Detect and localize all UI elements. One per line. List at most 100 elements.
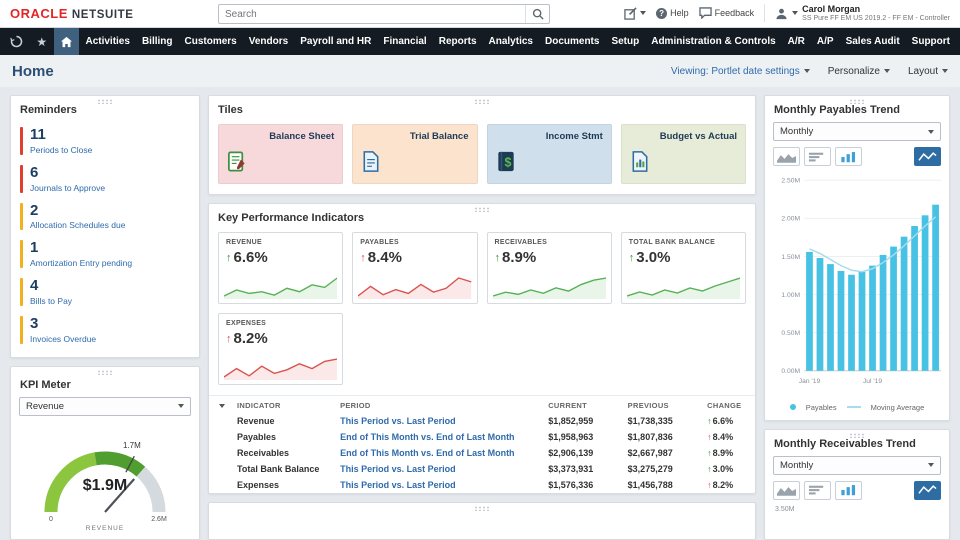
reminder-item[interactable]: 3 Invoices Overdue [11, 311, 199, 349]
nav-item-activities[interactable]: Activities [79, 28, 135, 55]
row-period-link[interactable]: End of This Month vs. End of Last Month [334, 445, 542, 461]
nav-item-customers[interactable]: Customers [179, 28, 243, 55]
kpi-change: ↑ 8.4% [360, 249, 469, 266]
kpi-meter-portlet: KPI Meter Revenue 1.7M $1.9M 0 2.6M REVE… [10, 365, 200, 540]
nav-item-a-p[interactable]: A/P [811, 28, 840, 55]
row-change: ↑6.6% [701, 413, 755, 429]
kpi-meter-metric-select[interactable]: Revenue [19, 396, 191, 416]
user-menu[interactable]: Carol Morgan SS Pure FF EM US 2019.2 - F… [775, 4, 950, 22]
kpi-card-title: PAYABLES [360, 239, 399, 246]
netsuite-logo[interactable]: ORACLE NETSUITE [10, 6, 134, 21]
kpi-card-title: REVENUE [226, 239, 262, 246]
nav-item-payroll-and-hr[interactable]: Payroll and HR [294, 28, 377, 55]
search-input[interactable] [219, 8, 525, 20]
nav-item-support[interactable]: Support [906, 28, 956, 55]
tile-balance-sheet[interactable]: Balance Sheet [218, 124, 344, 184]
line-chart-button-receivables[interactable] [914, 480, 941, 500]
home-button[interactable] [54, 28, 80, 55]
chevron-down-icon [792, 11, 799, 16]
portlet-drag-handle[interactable] [849, 432, 865, 438]
reminder-link[interactable]: Journals to Approve [30, 183, 105, 193]
main-nav: ★ Activities Billing Customers Vendors Payro… [0, 28, 960, 55]
tile-income-stmt[interactable]: $ Income Stmt [486, 124, 612, 184]
tile-trial-balance[interactable]: Trial Balance [352, 124, 478, 184]
row-current: $2,906,139 [548, 448, 594, 458]
kpi-table: INDICATOR PERIOD CURRENT PREVIOUS CHANGE… [209, 395, 755, 493]
row-indicator: Total Bank Balance [237, 464, 320, 474]
layout-menu[interactable]: Layout [908, 66, 948, 77]
receivables-chart-type-row [765, 480, 949, 502]
kpi-card-revenue[interactable]: REVENUE ↑ 6.6% [218, 232, 344, 304]
shortcuts-button[interactable]: ★ [29, 28, 54, 55]
kpi-card-receivables[interactable]: RECEIVABLES ↑ 8.9% [486, 232, 612, 304]
nav-item-vendors[interactable]: Vendors [243, 28, 294, 55]
row-period-link[interactable]: This Period vs. Last Period [334, 461, 542, 477]
svg-text:1.50M: 1.50M [781, 254, 800, 261]
row-period-link[interactable]: End of This Month vs. End of Last Month [334, 429, 542, 445]
area-chart-button-payables[interactable] [773, 147, 800, 166]
topbar: ORACLE NETSUITE ? Help Feedback Carol Mo… [0, 0, 960, 28]
reminder-link[interactable]: Invoices Overdue [30, 334, 96, 344]
reminder-item[interactable]: 2 Allocation Schedules due [11, 198, 199, 236]
column-chart-button-receivables[interactable] [835, 480, 862, 500]
portlet-drag-handle[interactable] [474, 207, 490, 212]
portlet-drag-handle[interactable] [97, 99, 113, 104]
personalize-menu[interactable]: Personalize [828, 66, 890, 77]
kpi-card-expenses[interactable]: EXPENSES ↑ 8.2% [218, 313, 344, 385]
reminder-link[interactable]: Amortization Entry pending [30, 258, 132, 268]
recent-records-button[interactable] [4, 28, 29, 55]
portlet-drag-handle[interactable] [474, 506, 490, 511]
viewing-portlet-date-settings-menu[interactable]: Viewing: Portlet date settings [671, 66, 810, 77]
nav-item-reports[interactable]: Reports [433, 28, 483, 55]
reminder-link[interactable]: Periods to Close [30, 145, 92, 155]
trend-up-arrow-icon: ↑ [360, 251, 366, 264]
row-indicator: Receivables [237, 448, 290, 458]
kpi-table-row: Receivables End of This Month vs. End of … [209, 445, 755, 461]
tile-label: Balance Sheet [269, 131, 335, 142]
tile-budget-vs-actual[interactable]: Budget vs Actual [620, 124, 746, 184]
kpi-card-payables[interactable]: PAYABLES ↑ 8.4% [352, 232, 478, 304]
receivables-period-select[interactable]: Monthly [773, 455, 941, 475]
reminder-item[interactable]: 6 Journals to Approve [11, 160, 199, 198]
nav-item-sales-audit[interactable]: Sales Audit [840, 28, 906, 55]
viewing-label: Viewing: Portlet date settings [670, 65, 800, 77]
line-chart-button-payables[interactable] [914, 147, 941, 166]
portlet-drag-handle[interactable] [97, 369, 113, 375]
row-period-link[interactable]: This Period vs. Last Period [334, 413, 542, 429]
column-chart-button-payables[interactable] [835, 147, 862, 166]
feedback-menu[interactable]: Feedback [698, 7, 754, 20]
kpi-card-total-bank-balance[interactable]: TOTAL BANK BALANCE ↑ 3.0% [620, 232, 746, 304]
portlet-drag-handle[interactable] [474, 99, 490, 104]
reminder-link[interactable]: Allocation Schedules due [30, 220, 125, 230]
monthly-payables-portlet: Monthly Payables Trend Monthly 0.00M 0.50… [764, 95, 950, 421]
chevron-down-icon [928, 129, 934, 134]
kpi-table-filter[interactable] [209, 396, 231, 414]
row-period-link[interactable]: This Period vs. Last Period [334, 477, 542, 493]
reminder-item[interactable]: 1 Amortization Entry pending [11, 235, 199, 273]
search-button[interactable] [525, 5, 549, 23]
trend-up-arrow-icon: ↑ [494, 251, 501, 264]
nav-item-a-r[interactable]: A/R [782, 28, 811, 55]
payables-chart-type-row [765, 147, 949, 168]
nav-item-setup[interactable]: Setup [605, 28, 645, 55]
reminder-item[interactable]: 4 Bills to Pay [11, 273, 199, 311]
nav-item-administration-controls[interactable]: Administration & Controls [645, 28, 781, 55]
reminder-link[interactable]: Bills to Pay [30, 296, 72, 306]
help-icon: ? [656, 7, 668, 19]
help-menu[interactable]: ? Help [656, 7, 689, 19]
kpi-sparkline [358, 273, 471, 299]
hbar-chart-button-receivables[interactable] [804, 480, 831, 500]
reminder-item[interactable]: 11 Periods to Close [11, 122, 199, 160]
nav-item-financial[interactable]: Financial [377, 28, 432, 55]
portlet-drag-handle[interactable] [849, 99, 865, 104]
hbar-chart-button-payables[interactable] [804, 147, 831, 166]
nav-item-analytics[interactable]: Analytics [483, 28, 539, 55]
nav-item-documents[interactable]: Documents [539, 28, 605, 55]
kpi-table-body: Revenue This Period vs. Last Period $1,852… [209, 413, 755, 493]
payables-period-select[interactable]: Monthly [773, 122, 941, 141]
home-icon [61, 36, 73, 47]
area-chart-button-receivables[interactable] [773, 480, 800, 500]
nav-item-billing[interactable]: Billing [136, 28, 179, 55]
row-current: $3,373,931 [548, 464, 594, 474]
create-new-menu[interactable] [624, 7, 647, 20]
